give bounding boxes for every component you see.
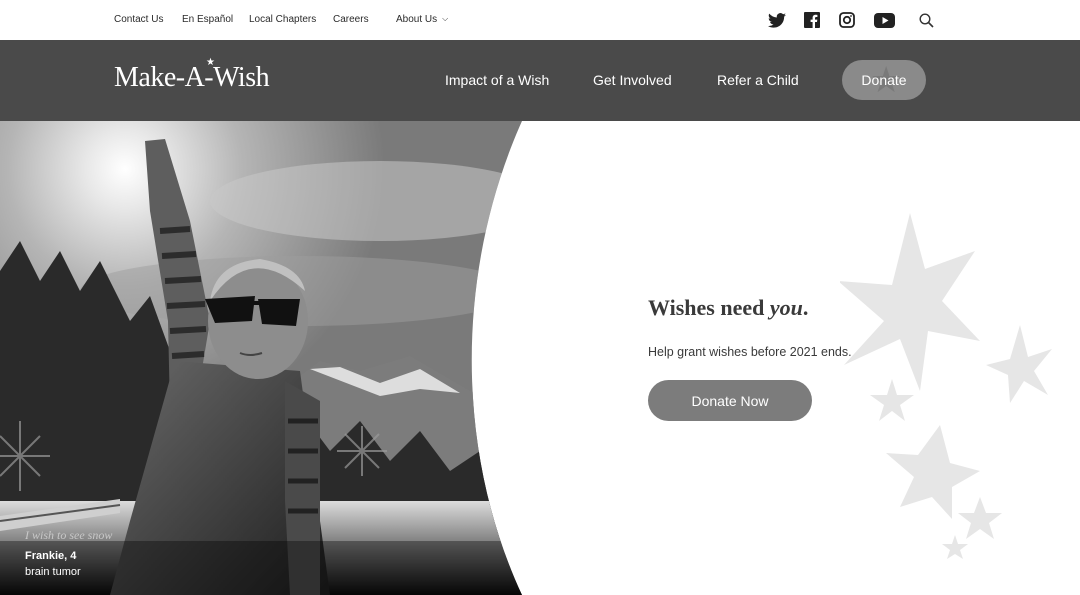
star-icon <box>840 213 980 391</box>
star-icon <box>958 497 1002 539</box>
decorative-stars <box>840 213 1052 559</box>
hero-headline: Wishes need you. <box>648 295 808 321</box>
logo-text: Make-A-Wish <box>114 62 270 93</box>
logo-star-icon: ★ <box>206 57 215 68</box>
headline-suffix: . <box>802 295 809 320</box>
main-nav: Make-A-Wish ★ Impact of a Wish Get Invol… <box>0 40 1080 121</box>
en-espanol-link[interactable]: En Español <box>182 14 233 25</box>
local-chapters-link[interactable]: Local Chapters <box>249 14 316 25</box>
facebook-icon[interactable] <box>802 10 822 30</box>
star-icon <box>942 535 968 559</box>
wish-quote: I wish to see snow <box>25 528 113 542</box>
nav-refer-a-child[interactable]: Refer a Child <box>717 72 799 88</box>
star-icon <box>986 325 1052 403</box>
star-icon <box>886 425 980 519</box>
twitter-icon[interactable] <box>767 10 787 30</box>
star-icon <box>870 379 914 421</box>
nav-impact-of-a-wish[interactable]: Impact of a Wish <box>445 72 549 88</box>
careers-link[interactable]: Careers <box>333 14 369 25</box>
donate-button[interactable]: ★ Donate <box>842 60 926 100</box>
make-a-wish-logo[interactable]: Make-A-Wish ★ <box>114 57 270 98</box>
chevron-down-icon: ⌵ <box>442 14 449 23</box>
headline-prefix: Wishes need <box>648 295 770 320</box>
utility-bar: Contact Us En Español Local Chapters Car… <box>0 0 1080 40</box>
headline-emphasis: you <box>769 295 803 320</box>
donate-now-button[interactable]: Donate Now <box>648 380 812 421</box>
wish-kid-condition: brain tumor <box>25 566 81 578</box>
donate-button-label: Donate <box>861 72 907 88</box>
contact-us-link[interactable]: Contact Us <box>114 14 163 25</box>
nav-get-involved[interactable]: Get Involved <box>593 72 672 88</box>
search-icon[interactable] <box>916 10 936 30</box>
youtube-icon[interactable] <box>872 10 896 30</box>
wish-kid-name: Frankie, 4 <box>25 550 77 562</box>
about-us-label: About Us <box>396 14 438 25</box>
about-us-menu[interactable]: About Us ⌵ <box>396 14 448 25</box>
hero-subtext: Help grant wishes before 2021 ends. <box>648 345 852 359</box>
instagram-icon[interactable] <box>837 10 857 30</box>
hero-section: I wish to see snow Frankie, 4 brain tumo… <box>0 121 1080 595</box>
